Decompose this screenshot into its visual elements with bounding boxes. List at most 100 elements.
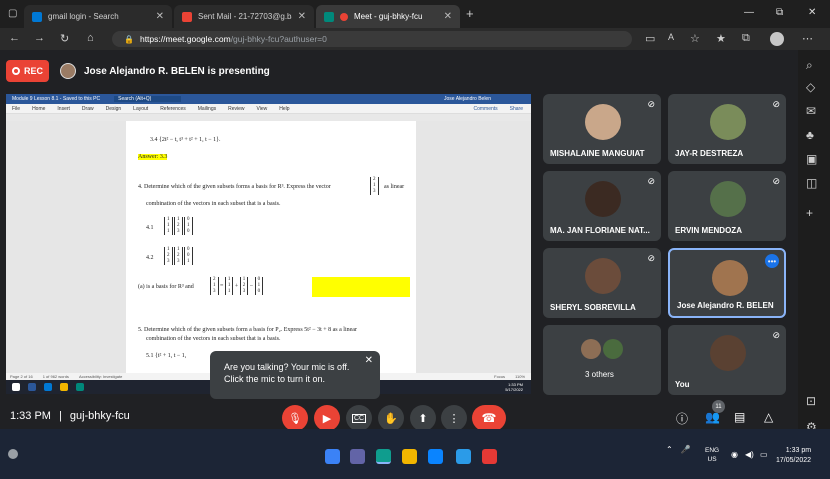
- status-focus: Focus: [494, 374, 506, 379]
- edge-icon[interactable]: [376, 449, 391, 464]
- ribbon-tab: Mailings: [197, 105, 217, 112]
- doc-item-5-1: 5.1 {t² + 1, t − 1,: [146, 353, 187, 359]
- refresh-icon[interactable]: ↻: [60, 32, 69, 45]
- others-label: 3 others: [585, 370, 614, 379]
- participant-avatar: [710, 335, 746, 371]
- tab-title: gmail login - Search: [48, 12, 119, 21]
- doc-question-5-line2: combination of the vectors in each subse…: [146, 336, 281, 342]
- mic-icon[interactable]: 🎤: [681, 445, 691, 454]
- raise-hand-button[interactable]: ✋: [378, 405, 404, 431]
- volume-icon[interactable]: ◀): [745, 450, 754, 459]
- tools-icon[interactable]: ✉: [806, 104, 816, 118]
- folder-icon: [60, 383, 68, 391]
- participant-avatar: [585, 258, 621, 294]
- highlight-box: [312, 277, 410, 297]
- participant-avatar: [581, 339, 601, 359]
- more-options-icon[interactable]: •••: [765, 254, 779, 268]
- system-clock[interactable]: 1:33 pm 17/05/2022: [776, 446, 811, 466]
- search-icon[interactable]: ⌕: [806, 58, 813, 73]
- office-icon[interactable]: ▣: [806, 152, 817, 166]
- participant-tile[interactable]: ⊘ ERVIN MENDOZA: [668, 171, 786, 241]
- shopping-icon[interactable]: ◇: [806, 80, 815, 94]
- meeting-details-icon[interactable]: ⓘ: [676, 410, 688, 427]
- participant-tile[interactable]: ⊘ MA. JAN FLORIANE NAT...: [543, 171, 661, 241]
- language-indicator[interactable]: ENG US: [705, 446, 719, 464]
- participant-avatar: [712, 260, 748, 296]
- wifi-icon[interactable]: ◉: [731, 450, 738, 459]
- word-title-bar: Module 9 Lesson 8.1 - Saved to this PC S…: [6, 94, 531, 104]
- mic-off-icon: ⊘: [772, 330, 780, 340]
- tab-actions-icon[interactable]: ▢: [8, 8, 17, 19]
- weather-icon[interactable]: [8, 449, 18, 459]
- restore-icon[interactable]: ⧉: [776, 7, 783, 18]
- others-tile[interactable]: 3 others: [543, 325, 661, 395]
- mail-icon[interactable]: [428, 449, 443, 464]
- captions-button[interactable]: CC: [346, 405, 372, 431]
- lens-icon[interactable]: [456, 449, 471, 464]
- leave-call-button[interactable]: ☎: [472, 405, 506, 431]
- tab-gmail-search[interactable]: gmail login - Search ✕: [24, 5, 172, 28]
- home-icon[interactable]: ⌂: [87, 32, 94, 44]
- chat-icon[interactable]: ▤: [734, 410, 745, 424]
- outlook-icon[interactable]: ◫: [806, 176, 817, 190]
- chat-app-icon[interactable]: [350, 449, 365, 464]
- participant-name: ERVIN MENDOZA: [675, 226, 742, 235]
- doc-question-4-tail: as linear: [384, 184, 405, 190]
- status-zoom: 110%: [515, 374, 525, 379]
- mic-toggle-button[interactable]: 🎙: [282, 405, 308, 431]
- favorites-icon[interactable]: ★: [716, 32, 726, 45]
- camera-toggle-button[interactable]: ▶: [314, 405, 340, 431]
- close-window-icon[interactable]: ✕: [808, 7, 816, 18]
- file-explorer-icon[interactable]: [402, 449, 417, 464]
- add-icon[interactable]: +: [806, 206, 813, 220]
- participant-name: MA. JAN FLORIANE NAT...: [550, 226, 650, 235]
- activities-icon[interactable]: △: [764, 410, 773, 424]
- mcafee-icon[interactable]: [482, 449, 497, 464]
- participant-avatar: [585, 181, 621, 217]
- meet-icon: [324, 11, 334, 22]
- close-tooltip-icon[interactable]: ✕: [365, 355, 373, 367]
- windows-icon: [12, 383, 20, 391]
- windows-start-icon[interactable]: [325, 449, 340, 464]
- more-icon[interactable]: ⋯: [802, 32, 813, 45]
- chevron-up-icon[interactable]: ⌃: [666, 445, 673, 454]
- camera-in-use-icon[interactable]: ▭: [645, 32, 655, 45]
- doc-matrices-4-1: 111 123 010: [164, 217, 193, 235]
- close-tab-icon[interactable]: ✕: [444, 11, 452, 22]
- forward-icon[interactable]: →: [34, 32, 45, 44]
- url-field[interactable]: 🔒 https://meet.google.com/guj-bhky-fcu?a…: [112, 31, 632, 47]
- tab-meet[interactable]: Meet - guj-bhky-fcu ✕: [316, 5, 460, 28]
- tooltip-line-2: Click the mic to turn it on.: [224, 374, 326, 384]
- participant-tile[interactable]: ⊘ JAY-R DESTREZA: [668, 94, 786, 164]
- more-options-button[interactable]: ⋮: [441, 405, 467, 431]
- close-tab-icon[interactable]: ✕: [298, 11, 306, 22]
- present-button[interactable]: ⬆: [410, 405, 436, 431]
- participant-tile-presenter[interactable]: ••• Jose Alejandro R. BELEN: [668, 248, 786, 318]
- back-icon[interactable]: ←: [9, 32, 20, 44]
- shared-screen: Module 9 Lesson 8.1 - Saved to this PC S…: [6, 94, 531, 394]
- tooltip-line-1: Are you talking? Your mic is off.: [224, 362, 350, 372]
- edge-sidebar: ⌕ ◇ ✉ ♣ ▣ ◫ + ⊡ ⚙: [798, 50, 830, 434]
- bing-icon: [32, 11, 42, 22]
- collections-icon[interactable]: ⧉: [742, 32, 750, 45]
- read-aloud-icon[interactable]: A: [668, 32, 674, 42]
- ribbon-tab: Help: [279, 105, 290, 112]
- participant-name: You: [675, 380, 690, 389]
- minimize-icon[interactable]: —: [744, 7, 754, 18]
- hand-icon: ✋: [384, 412, 398, 425]
- tab-sent-mail[interactable]: Sent Mail - 21-72703@g.batstate-u.edu.ph…: [174, 5, 314, 28]
- close-tab-icon[interactable]: ✕: [156, 11, 164, 22]
- clock-time: 1:33 pm: [785, 447, 812, 454]
- profile-avatar[interactable]: [770, 32, 784, 46]
- sidebar-toggle-icon[interactable]: ⊡: [806, 394, 816, 408]
- record-icon: [11, 67, 20, 75]
- battery-icon[interactable]: ▭: [760, 450, 768, 459]
- participant-tile[interactable]: ⊘ MISHALAINE MANGUIAT: [543, 94, 661, 164]
- captions-icon: CC: [351, 413, 367, 423]
- favorite-icon[interactable]: ☆: [690, 32, 700, 45]
- lang-code: ENG: [705, 447, 720, 454]
- games-icon[interactable]: ♣: [806, 128, 814, 142]
- new-tab-button[interactable]: +: [466, 6, 474, 21]
- participant-tile[interactable]: ⊘ SHERYL SOBREVILLA: [543, 248, 661, 318]
- self-tile: ⊘ You: [668, 325, 786, 395]
